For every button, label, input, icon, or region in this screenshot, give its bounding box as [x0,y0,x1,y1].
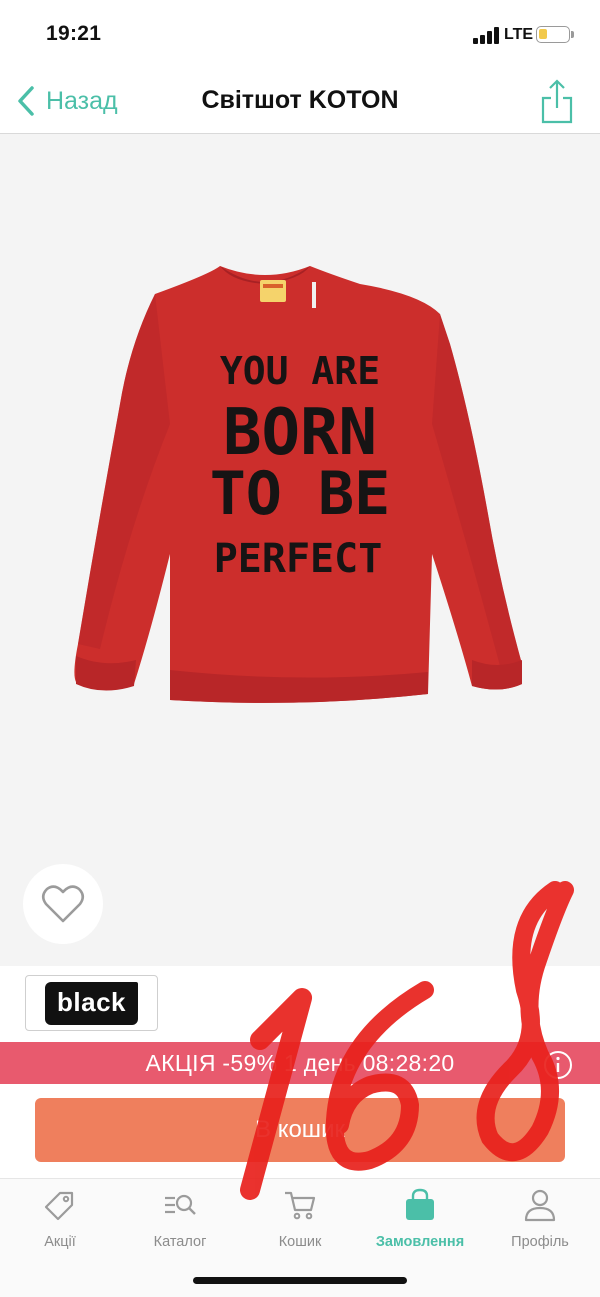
battery-cap [571,31,574,38]
battery-icon [536,26,570,43]
back-button[interactable]: Назад [16,84,118,118]
brand-logo[interactable]: black [25,975,158,1031]
profile-icon [524,1189,556,1222]
brand-section: black [0,966,600,1042]
tab-cart[interactable]: Кошик [240,1187,360,1261]
shopping-bag-icon [406,1188,434,1220]
print-line: TO BE [210,459,391,529]
heart-icon [41,885,85,923]
tag-icon [44,1191,74,1221]
tab-label: Кошик [278,1234,322,1250]
tab-label: Каталог [153,1234,207,1250]
network-type: LTE [504,26,534,43]
status-bar: 19:21 LTE [0,0,600,70]
red-sweatshirt-image: YOU ARE BORN TO BE PERFECT [74,266,523,703]
tab-promotions[interactable]: Акції [0,1187,120,1261]
add-to-cart-button[interactable]: В кошик [35,1098,565,1162]
info-icon[interactable] [543,1050,573,1080]
share-icon [541,79,573,124]
cart-button-container: В кошик [0,1084,600,1178]
tab-label: Профіль [511,1234,569,1250]
promo-text: АКЦІЯ -59% 1 день 08:28:20 [145,1050,455,1076]
product-gallery[interactable]: YOU ARE BORN TO BE PERFECT [0,134,600,966]
favorite-button[interactable] [23,864,103,944]
status-time: 19:21 [46,22,102,45]
cellular-signal-icon [473,27,499,44]
tab-catalog[interactable]: Каталог [120,1187,240,1261]
catalog-search-icon [165,1194,196,1215]
tab-profile[interactable]: Профіль [480,1187,600,1261]
navigation-bar: Назад Світшот KOTON [0,70,600,134]
chevron-left-icon [18,86,34,116]
back-label: Назад [46,86,118,115]
brand-logo-text: black [45,981,138,1025]
home-indicator [193,1277,407,1284]
promo-banner: АКЦІЯ -59% 1 день 08:28:20 [0,1042,600,1084]
cart-icon [285,1191,316,1220]
print-line: PERFECT [214,536,383,582]
share-button[interactable] [541,78,573,124]
tab-label: Акції [44,1234,76,1250]
tab-orders[interactable]: Замовлення [360,1187,480,1261]
tab-label: Замовлення [375,1234,465,1250]
print-line: YOU ARE [220,349,380,393]
